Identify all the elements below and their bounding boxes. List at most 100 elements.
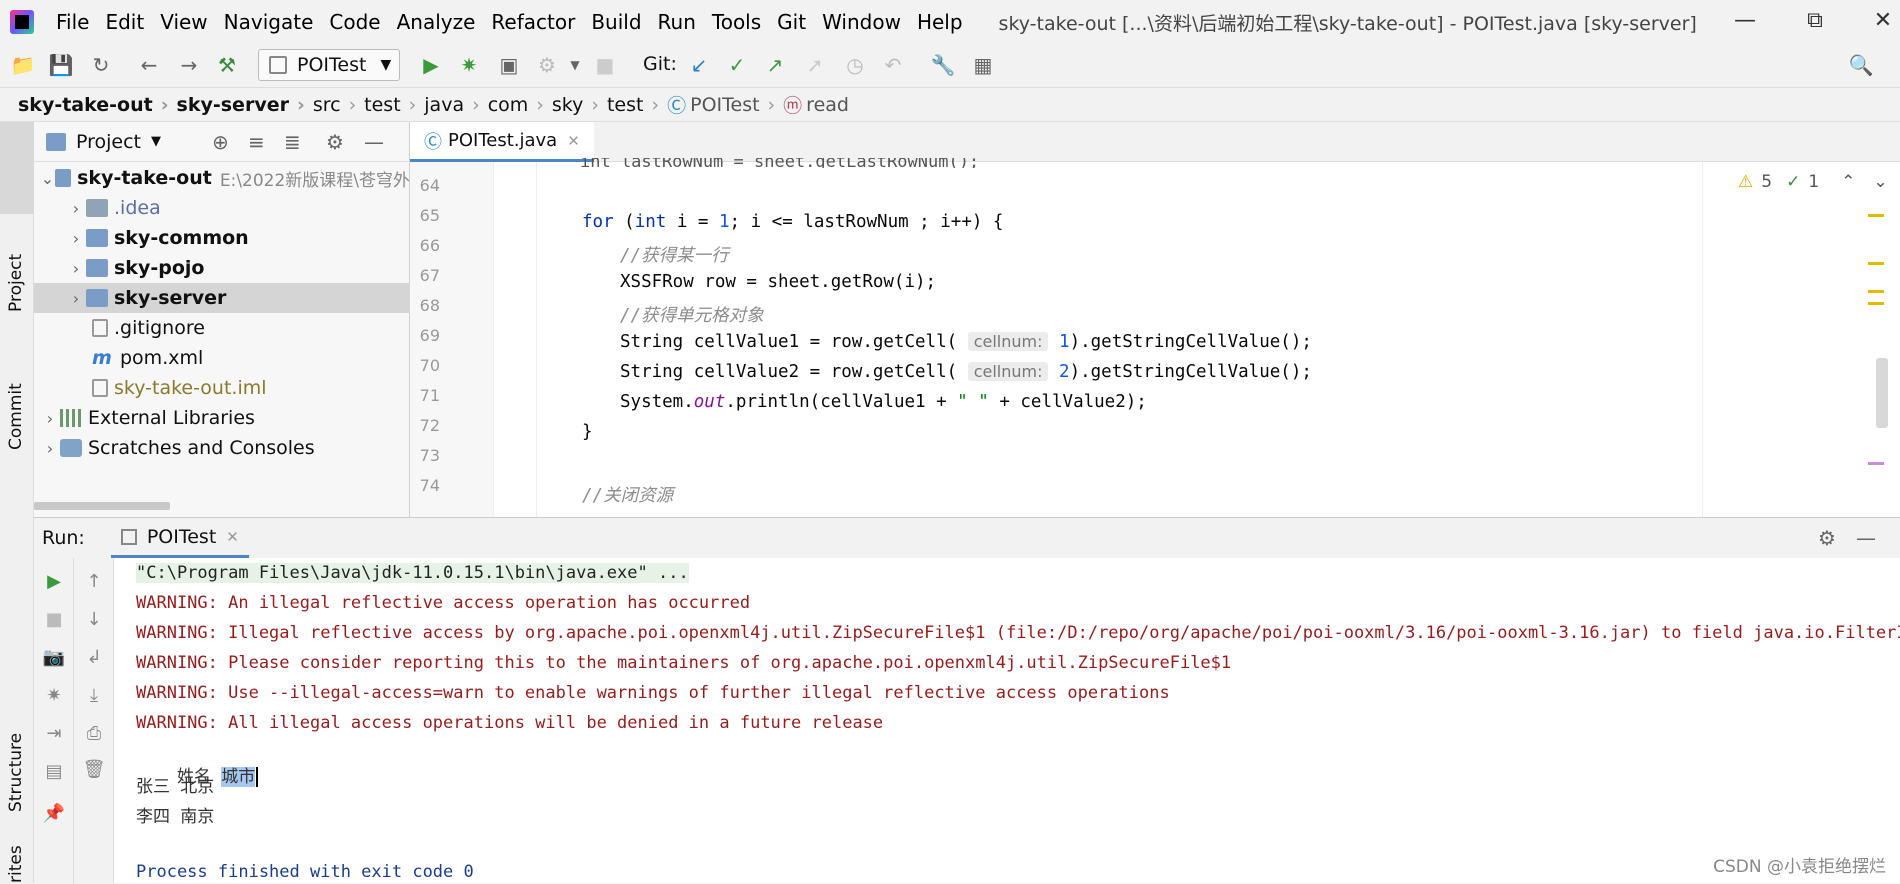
code-editor[interactable]: Ⓒ POITest.java ✕ 64 65 66 67 68 69 70 71… (410, 122, 1900, 517)
gear-icon[interactable]: ⚙ (1818, 526, 1836, 550)
crumb-com[interactable]: com› (488, 94, 552, 116)
forward-icon[interactable]: → (176, 52, 202, 78)
stop-icon[interactable]: ■ (592, 52, 618, 78)
menu-edit[interactable]: Edit (97, 10, 152, 34)
run-config-select[interactable]: POITest ▼ (258, 49, 400, 81)
arrow-down-icon[interactable]: ↓ (82, 608, 106, 632)
build-hammer-icon[interactable]: ⚒ (214, 52, 240, 78)
menu-git[interactable]: Git (769, 10, 814, 34)
tree-item-pom[interactable]: m pom.xml (34, 343, 410, 373)
menu-view[interactable]: View (152, 10, 215, 34)
rerun-icon[interactable]: ▶ (42, 570, 66, 594)
restore-icon[interactable]: ⧉ (1800, 8, 1830, 36)
project-panel-title[interactable]: Project (76, 131, 141, 153)
exit-icon[interactable]: ⇥ (42, 722, 66, 746)
crumb-module[interactable]: sky-server› (177, 94, 313, 116)
crumb-test[interactable]: test› (364, 94, 424, 116)
crumb-class[interactable]: ⒸPOITest› (667, 91, 783, 118)
menu-refactor[interactable]: Refactor (483, 10, 583, 34)
coverage-icon[interactable]: ▣ (496, 52, 522, 78)
project-structure-icon[interactable]: ▦ (970, 52, 996, 78)
chevron-down-icon[interactable]: ⌄ (40, 169, 55, 188)
tree-item-iml[interactable]: sky-take-out.iml (34, 373, 410, 403)
profile-icon[interactable]: ⚙ (534, 52, 560, 78)
arrow-up-icon[interactable]: ↑ (82, 570, 106, 594)
crumb-sky[interactable]: sky› (552, 94, 607, 116)
crumb-project[interactable]: sky-take-out› (18, 94, 177, 116)
trash-icon[interactable]: 🗑 (82, 758, 106, 782)
tree-item-sky-pojo[interactable]: › sky-pojo (34, 253, 410, 283)
tree-item-scratches[interactable]: › Scratches and Consoles (34, 433, 410, 463)
menu-help[interactable]: Help (909, 10, 971, 34)
git-commit-icon[interactable]: ✓ (724, 52, 750, 78)
tab-favorites[interactable]: rites (6, 845, 26, 883)
camera-icon[interactable]: 📷 (42, 646, 66, 670)
tab-project[interactable]: Project (6, 254, 26, 312)
layout-icon[interactable]: ▤ (42, 760, 66, 784)
menu-run[interactable]: Run (650, 10, 704, 34)
locate-icon[interactable]: ⊕ (212, 130, 229, 154)
chevron-down-icon[interactable]: ⌄ (1873, 172, 1887, 192)
chevron-down-icon[interactable]: ▼ (562, 52, 588, 78)
git-push-icon[interactable]: ↗ (762, 52, 788, 78)
sync-icon[interactable]: ↻ (88, 52, 114, 78)
crumb-src[interactable]: src› (313, 94, 364, 116)
minimize-icon[interactable]: — (1730, 8, 1760, 36)
debug-icon[interactable]: ✷ (456, 52, 482, 78)
history-icon[interactable]: ◷ (842, 52, 868, 78)
expand-all-icon[interactable]: ≡ (248, 130, 265, 154)
close-tab-icon[interactable]: ✕ (567, 132, 580, 150)
chevron-right-icon[interactable]: › (66, 229, 86, 248)
crumb-java[interactable]: java› (424, 94, 487, 116)
tab-structure[interactable]: Structure (6, 733, 26, 812)
tree-item-sky-server[interactable]: › sky-server (34, 283, 410, 313)
close-window-icon[interactable]: ✕ (1868, 8, 1898, 36)
back-icon[interactable]: ← (136, 52, 162, 78)
tree-item-sky-take-out[interactable]: ⌄ sky-take-out E:\2022新版课程\苍穹外 (34, 163, 410, 193)
rollback-icon[interactable]: ↶ (880, 52, 906, 78)
chevron-down-icon[interactable]: ▼ (151, 134, 161, 149)
chevron-right-icon[interactable]: › (66, 259, 86, 278)
menu-window[interactable]: Window (814, 10, 909, 34)
vertical-scrollbar[interactable] (1876, 358, 1888, 428)
chevron-right-icon[interactable]: › (40, 409, 60, 428)
print-icon[interactable]: ⎙ (82, 722, 106, 746)
hide-panel-icon[interactable]: — (1856, 526, 1876, 550)
menu-analyze[interactable]: Analyze (389, 10, 484, 34)
soft-wrap-icon[interactable]: ↲ (82, 646, 106, 670)
chevron-right-icon[interactable]: › (66, 289, 86, 308)
open-folder-icon[interactable]: 📁 (10, 52, 36, 78)
collapse-all-icon[interactable]: ≣ (284, 130, 301, 154)
menu-navigate[interactable]: Navigate (216, 10, 322, 34)
close-tab-icon[interactable]: ✕ (226, 528, 239, 546)
inspection-widget[interactable]: ⚠5 ✓1 ⌃ ⌄ (1738, 172, 1888, 192)
gear-icon[interactable]: ⚙ (326, 130, 344, 154)
pin-icon[interactable]: 📌 (42, 802, 66, 826)
scroll-to-end-icon[interactable]: ⤓ (82, 684, 106, 708)
run-icon[interactable]: ▶ (418, 52, 444, 78)
tab-commit[interactable]: Commit (6, 383, 26, 450)
tree-item-idea[interactable]: › .idea (34, 193, 410, 223)
chevron-right-icon[interactable]: › (66, 199, 86, 218)
tree-item-sky-common[interactable]: › sky-common (34, 223, 410, 253)
git-update-icon[interactable]: ↙ (686, 52, 712, 78)
chevron-right-icon[interactable]: › (40, 439, 60, 458)
tree-item-gitignore[interactable]: .gitignore (34, 313, 410, 343)
search-icon[interactable]: 🔍 (1848, 52, 1874, 78)
crumb-method[interactable]: ⓜread (783, 91, 849, 118)
debug-icon[interactable]: ✷ (42, 684, 66, 708)
menu-tools[interactable]: Tools (704, 10, 769, 34)
horizontal-scrollbar[interactable] (34, 502, 170, 510)
crumb-test-pkg[interactable]: test› (607, 94, 667, 116)
stop-icon[interactable]: ■ (42, 608, 66, 632)
menu-file[interactable]: File (48, 10, 97, 34)
menu-build[interactable]: Build (583, 10, 649, 34)
tab-poitest-java[interactable]: Ⓒ POITest.java ✕ (410, 122, 594, 162)
chevron-up-icon[interactable]: ⌃ (1841, 172, 1855, 192)
tree-item-external-libraries[interactable]: › External Libraries (34, 403, 410, 433)
run-tab-poitest[interactable]: POITest ✕ (111, 518, 249, 558)
settings-wrench-icon[interactable]: 🔧 (930, 52, 956, 78)
menu-code[interactable]: Code (321, 10, 388, 34)
git-fetch-icon[interactable]: ➚ (802, 52, 828, 78)
save-all-icon[interactable]: 💾 (48, 52, 74, 78)
